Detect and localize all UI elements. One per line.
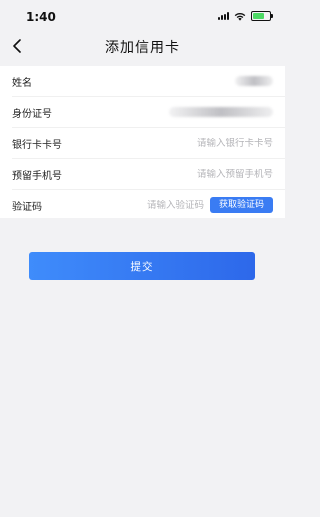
name-value bbox=[235, 66, 273, 96]
verification-code-field-wrap: 获取验证码 bbox=[123, 190, 273, 220]
navigation-bar: 添加信用卡 bbox=[0, 30, 285, 62]
card-number-label: 银行卡卡号 bbox=[12, 139, 62, 151]
status-time: 1:40 bbox=[26, 10, 56, 24]
signal-icon bbox=[218, 12, 229, 20]
verification-code-input[interactable] bbox=[123, 199, 204, 211]
status-icons bbox=[218, 11, 273, 21]
phone-field-wrap bbox=[123, 159, 273, 189]
card-number-row: 银行卡卡号 bbox=[12, 128, 285, 159]
add-credit-card-screen: 1:40 添加信用卡 姓名 身份证号 银行卡卡号 请输入银行卡卡号 预留手机号 … bbox=[0, 0, 285, 517]
credit-card-form: 姓名 身份证号 银行卡卡号 预留手机号 验证码 bbox=[0, 66, 285, 218]
name-label: 姓名 bbox=[12, 77, 32, 89]
card-number-input[interactable] bbox=[123, 137, 273, 149]
id-number-row: 身份证号 bbox=[12, 97, 285, 128]
name-value-blurred bbox=[235, 76, 273, 86]
card-number-field-wrap bbox=[123, 128, 273, 158]
status-bar: 1:40 bbox=[0, 0, 285, 30]
submit-button[interactable]: 提交 bbox=[29, 252, 255, 280]
phone-label: 预留手机号 bbox=[12, 170, 62, 182]
id-number-value bbox=[169, 97, 273, 127]
verification-code-label: 验证码 bbox=[12, 201, 42, 213]
phone-row: 预留手机号 bbox=[12, 159, 285, 190]
id-number-value-blurred bbox=[169, 107, 273, 117]
name-row: 姓名 bbox=[12, 66, 285, 97]
id-number-label: 身份证号 bbox=[12, 108, 52, 120]
battery-icon bbox=[251, 11, 273, 21]
get-verification-code-button[interactable]: 获取验证码 bbox=[209, 197, 273, 213]
wifi-icon bbox=[234, 12, 246, 21]
verification-code-row: 验证码 获取验证码 bbox=[12, 190, 285, 220]
phone-input[interactable] bbox=[123, 168, 273, 180]
page-title: 添加信用卡 bbox=[105, 40, 180, 56]
